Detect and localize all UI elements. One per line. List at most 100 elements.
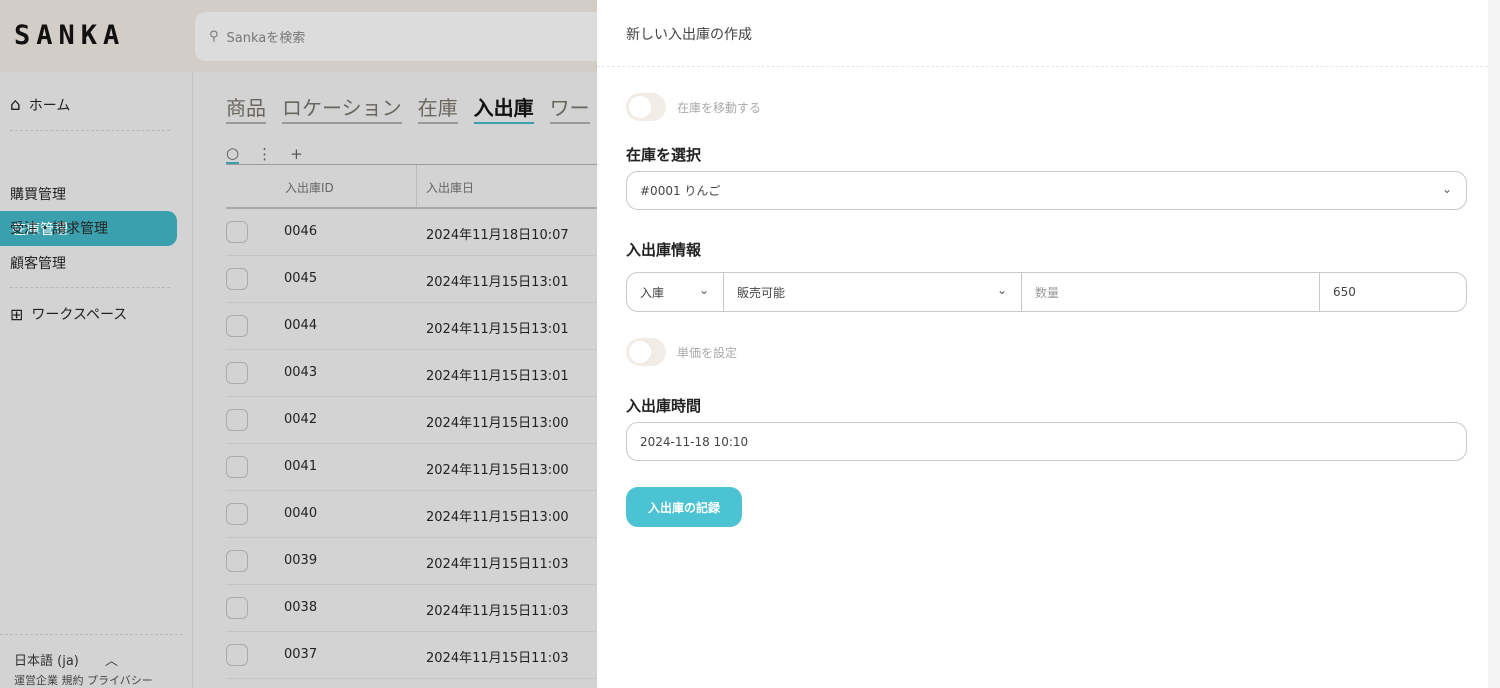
tab-products[interactable]: 商品 bbox=[226, 92, 266, 124]
quantity-label-field[interactable]: 数量 bbox=[1022, 273, 1320, 311]
direction-select[interactable]: 入庫 ⌄ bbox=[627, 273, 724, 311]
row-checkbox[interactable] bbox=[226, 456, 248, 478]
transaction-id: 0042 bbox=[284, 412, 318, 427]
row-checkbox[interactable] bbox=[226, 503, 248, 525]
search-input[interactable]: ⚲ Sankaを検索 bbox=[195, 12, 597, 61]
table-row[interactable]: 0046 2024年11月18日10:07 bbox=[226, 209, 597, 256]
inventory-select-value: #0001 りんご bbox=[640, 184, 721, 198]
transaction-id: 0037 bbox=[284, 647, 318, 662]
footer-links[interactable]: 運営企業 規約 プライバシー bbox=[14, 672, 153, 688]
tab-locations[interactable]: ロケーション bbox=[282, 92, 402, 124]
transaction-date: 2024年11月15日11:03 bbox=[426, 604, 569, 619]
table-row[interactable]: 0045 2024年11月15日13:01 bbox=[226, 256, 597, 303]
record-transaction-button[interactable]: 入出庫の記録 bbox=[626, 487, 742, 527]
background-app: SANKA ⚲ Sankaを検索 ⌂ ホーム 在庫管理 購買管理 受注・請求管理 顧… bbox=[0, 0, 597, 688]
status-select[interactable]: 販売可能 ⌄ bbox=[724, 273, 1022, 311]
unit-price-toggle[interactable] bbox=[626, 338, 666, 366]
add-view-button[interactable]: + bbox=[290, 145, 303, 163]
sidebar-item-workspace[interactable]: ⊞ ワークスペース bbox=[10, 304, 127, 324]
transaction-date: 2024年11月15日11:03 bbox=[426, 651, 569, 666]
table-row[interactable]: 0042 2024年11月15日13:00 bbox=[226, 397, 597, 444]
workspace-label: ワークスペース bbox=[31, 307, 128, 323]
transaction-id: 0040 bbox=[284, 506, 318, 521]
transaction-id: 0041 bbox=[284, 459, 318, 474]
divider bbox=[0, 634, 183, 635]
unit-price-label: 単価を設定 bbox=[677, 346, 738, 360]
transaction-id: 0039 bbox=[284, 553, 318, 568]
home-label: ホーム bbox=[28, 98, 71, 114]
transaction-date: 2024年11月15日13:00 bbox=[426, 416, 569, 431]
sidebar: ⌂ ホーム 在庫管理 購買管理 受注・請求管理 顧客管理 ⊞ ワークスペース bbox=[0, 72, 193, 688]
table-row[interactable]: 0038 2024年11月15日11:03 bbox=[226, 585, 597, 632]
transaction-id: 0045 bbox=[284, 271, 318, 286]
row-checkbox[interactable] bbox=[226, 315, 248, 337]
move-inventory-toggle[interactable] bbox=[626, 93, 666, 121]
table-row[interactable]: 0041 2024年11月15日13:00 bbox=[226, 444, 597, 491]
transaction-date: 2024年11月15日13:00 bbox=[426, 510, 569, 525]
row-checkbox[interactable] bbox=[226, 362, 248, 384]
table-row[interactable]: 0037 2024年11月15日11:03 bbox=[226, 632, 597, 679]
sidebar-item-home[interactable]: ⌂ ホーム bbox=[10, 95, 70, 115]
workspace-icon: ⊞ bbox=[10, 304, 24, 324]
transaction-time-label: 入出庫時間 bbox=[626, 397, 702, 415]
transaction-id: 0043 bbox=[284, 365, 318, 380]
transaction-info-label: 入出庫情報 bbox=[626, 241, 702, 259]
column-header-date[interactable]: 入出庫日 bbox=[426, 179, 474, 196]
chevron-down-icon: ⌄ bbox=[698, 283, 709, 297]
sidebar-item-orders[interactable]: 受注・請求管理 bbox=[10, 218, 108, 238]
logo: SANKA bbox=[14, 20, 126, 51]
chevron-up-icon: ︿ bbox=[105, 654, 119, 669]
sidebar-item-customers[interactable]: 顧客管理 bbox=[10, 253, 66, 273]
column-header-id[interactable]: 入出庫ID bbox=[285, 179, 334, 196]
view-circle-icon[interactable]: ○ bbox=[226, 144, 240, 164]
transaction-id: 0044 bbox=[284, 318, 318, 333]
divider bbox=[10, 130, 170, 131]
table-row[interactable]: 0040 2024年11月15日13:00 bbox=[226, 491, 597, 538]
status-value: 販売可能 bbox=[737, 285, 786, 300]
row-checkbox[interactable] bbox=[226, 597, 248, 619]
divider bbox=[10, 287, 170, 288]
row-checkbox[interactable] bbox=[226, 550, 248, 572]
create-transaction-panel: 新しい入出庫の作成 在庫を移動する 在庫を選択 #0001 りんご ⌄ 入出庫情報… bbox=[597, 0, 1488, 688]
language-label: 日本語 (ja) bbox=[14, 654, 79, 669]
search-placeholder: Sankaを検索 bbox=[226, 31, 306, 46]
quantity-input[interactable]: 650 bbox=[1320, 273, 1466, 311]
panel-title: 新しい入出庫の作成 bbox=[626, 27, 752, 43]
tab-bar: 商品 ロケーション 在庫 入出庫 ワー bbox=[226, 92, 590, 124]
chevron-down-icon: ⌄ bbox=[1441, 182, 1452, 196]
chevron-down-icon: ⌄ bbox=[996, 283, 1007, 297]
toolbar: ○ ⋮ + bbox=[226, 144, 303, 164]
row-checkbox[interactable] bbox=[226, 644, 248, 666]
top-bar: SANKA ⚲ Sankaを検索 bbox=[0, 0, 597, 72]
table-row[interactable]: 0043 2024年11月15日13:01 bbox=[226, 350, 597, 397]
row-checkbox[interactable] bbox=[226, 268, 248, 290]
transaction-id: 0038 bbox=[284, 600, 318, 615]
tab-inventory[interactable]: 在庫 bbox=[417, 92, 458, 124]
row-checkbox[interactable] bbox=[226, 409, 248, 431]
column-divider bbox=[416, 165, 417, 207]
divider bbox=[597, 66, 1488, 67]
language-selector[interactable]: 日本語 (ja) ︿ bbox=[14, 650, 118, 669]
search-icon: ⚲ bbox=[209, 29, 219, 44]
move-inventory-label: 在庫を移動する bbox=[677, 101, 762, 115]
tab-workflow[interactable]: ワー bbox=[549, 92, 590, 124]
transaction-date: 2024年11月18日10:07 bbox=[426, 228, 569, 243]
divider bbox=[226, 164, 597, 165]
row-checkbox[interactable] bbox=[226, 221, 248, 243]
transaction-info-group: 入庫 ⌄ 販売可能 ⌄ 数量 650 bbox=[626, 272, 1467, 312]
more-icon[interactable]: ⋮ bbox=[257, 145, 272, 163]
home-icon: ⌂ bbox=[10, 95, 21, 115]
transaction-id: 0046 bbox=[284, 224, 318, 239]
select-inventory-label: 在庫を選択 bbox=[626, 146, 702, 164]
tab-transactions[interactable]: 入出庫 bbox=[473, 92, 534, 124]
sidebar-item-purchasing[interactable]: 購買管理 bbox=[10, 184, 66, 204]
transaction-time-input[interactable]: 2024-11-18 10:10 bbox=[626, 422, 1467, 461]
table-row[interactable]: 0039 2024年11月15日11:03 bbox=[226, 538, 597, 585]
inventory-select[interactable]: #0001 りんご ⌄ bbox=[626, 171, 1467, 210]
transaction-date: 2024年11月15日13:01 bbox=[426, 275, 569, 290]
transaction-date: 2024年11月15日13:01 bbox=[426, 369, 569, 384]
table-row[interactable]: 0044 2024年11月15日13:01 bbox=[226, 303, 597, 350]
scrollbar-track bbox=[1488, 0, 1500, 688]
transaction-date: 2024年11月15日11:03 bbox=[426, 557, 569, 572]
main-content: 商品 ロケーション 在庫 入出庫 ワー ○ ⋮ + 入出庫ID 入出庫日 004… bbox=[194, 72, 597, 688]
